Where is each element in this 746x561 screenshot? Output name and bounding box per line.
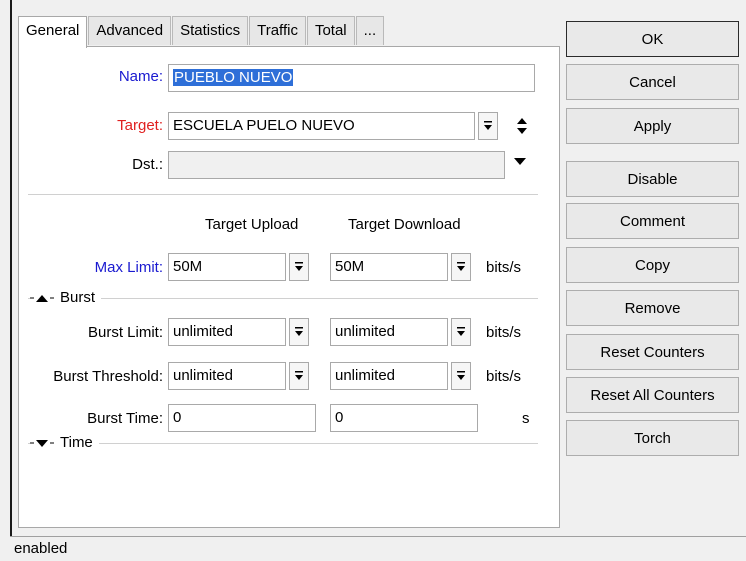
status-text: enabled bbox=[14, 540, 68, 557]
time-group-line bbox=[28, 443, 538, 444]
status-bar: enabled bbox=[10, 536, 746, 561]
time-group-toggle[interactable]: Time bbox=[30, 434, 99, 451]
burst-time-unit: s bbox=[522, 410, 530, 427]
burst-limit-download-dropdown[interactable] bbox=[451, 318, 471, 346]
remove-button[interactable]: Remove bbox=[566, 290, 739, 326]
burst-threshold-upload-dropdown[interactable] bbox=[289, 362, 309, 390]
target-field[interactable]: ESCUELA PUELO NUEVO bbox=[168, 112, 475, 140]
tab-general[interactable]: General bbox=[18, 16, 88, 48]
torch-button[interactable]: Torch bbox=[566, 420, 739, 456]
burst-limit-download-field[interactable]: unlimited bbox=[330, 318, 448, 346]
separator bbox=[28, 194, 538, 195]
burst-limit-upload-dropdown[interactable] bbox=[289, 318, 309, 346]
disable-button[interactable]: Disable bbox=[566, 161, 739, 197]
ok-button[interactable]: OK bbox=[566, 21, 739, 57]
burst-limit-unit: bits/s bbox=[486, 324, 522, 341]
comment-button[interactable]: Comment bbox=[566, 203, 739, 239]
reset-counters-button[interactable]: Reset Counters bbox=[566, 334, 739, 370]
dropdown-icon bbox=[295, 327, 303, 336]
burst-time-upload-field[interactable]: 0 bbox=[168, 404, 316, 432]
target-download-header: Target Download bbox=[348, 216, 461, 233]
dst-field[interactable] bbox=[168, 151, 505, 179]
max-limit-label: Max Limit: bbox=[94, 259, 163, 276]
reset-all-counters-button[interactable]: Reset All Counters bbox=[566, 377, 739, 413]
max-limit-download-field[interactable]: 50M bbox=[330, 253, 448, 281]
time-group-label: Time bbox=[60, 434, 93, 451]
dropdown-icon bbox=[484, 121, 492, 130]
collapse-icon bbox=[30, 294, 54, 302]
copy-button[interactable]: Copy bbox=[566, 247, 739, 283]
burst-threshold-label: Burst Threshold: bbox=[53, 368, 163, 385]
name-field[interactable]: PUEBLO NUEVO bbox=[168, 64, 535, 92]
burst-threshold-upload-field[interactable]: unlimited bbox=[168, 362, 286, 390]
burst-time-download-field[interactable]: 0 bbox=[330, 404, 478, 432]
dropdown-icon bbox=[295, 262, 303, 271]
dropdown-icon bbox=[457, 262, 465, 271]
tab-advanced[interactable]: Advanced bbox=[88, 16, 172, 45]
dropdown-icon bbox=[457, 327, 465, 336]
max-limit-upload-dropdown[interactable] bbox=[289, 253, 309, 281]
target-upload-header: Target Upload bbox=[205, 216, 299, 233]
expand-icon bbox=[30, 439, 54, 447]
burst-time-label: Burst Time: bbox=[87, 410, 163, 427]
max-limit-download-dropdown[interactable] bbox=[451, 253, 471, 281]
burst-threshold-unit: bits/s bbox=[486, 368, 522, 385]
tab-more[interactable]: ... bbox=[355, 16, 385, 45]
burst-group-line bbox=[28, 298, 538, 299]
tab-bar: General Advanced Statistics Traffic Tota… bbox=[18, 16, 385, 48]
dropdown-icon bbox=[295, 371, 303, 380]
burst-threshold-download-field[interactable]: unlimited bbox=[330, 362, 448, 390]
burst-limit-upload-field[interactable]: unlimited bbox=[168, 318, 286, 346]
name-value: PUEBLO NUEVO bbox=[173, 69, 294, 86]
burst-group-toggle[interactable]: Burst bbox=[30, 289, 102, 306]
target-dropdown-button[interactable] bbox=[478, 112, 498, 140]
burst-threshold-download-dropdown[interactable] bbox=[451, 362, 471, 390]
dropdown-icon bbox=[457, 371, 465, 380]
tab-total[interactable]: Total bbox=[306, 16, 355, 45]
tab-traffic[interactable]: Traffic bbox=[249, 16, 306, 45]
burst-limit-label: Burst Limit: bbox=[87, 324, 163, 341]
apply-button[interactable]: Apply bbox=[566, 108, 739, 144]
cancel-button[interactable]: Cancel bbox=[566, 64, 739, 100]
max-limit-upload-field[interactable]: 50M bbox=[168, 253, 286, 281]
dst-dropdown-icon[interactable] bbox=[512, 155, 528, 167]
dst-label: Dst.: bbox=[132, 156, 163, 173]
tab-statistics[interactable]: Statistics bbox=[172, 16, 249, 45]
max-limit-unit: bits/s bbox=[486, 259, 522, 276]
target-label: Target: bbox=[117, 117, 163, 134]
up-down-arrows-icon[interactable] bbox=[515, 115, 529, 137]
name-label: Name: bbox=[118, 68, 163, 85]
burst-group-label: Burst bbox=[60, 289, 96, 306]
